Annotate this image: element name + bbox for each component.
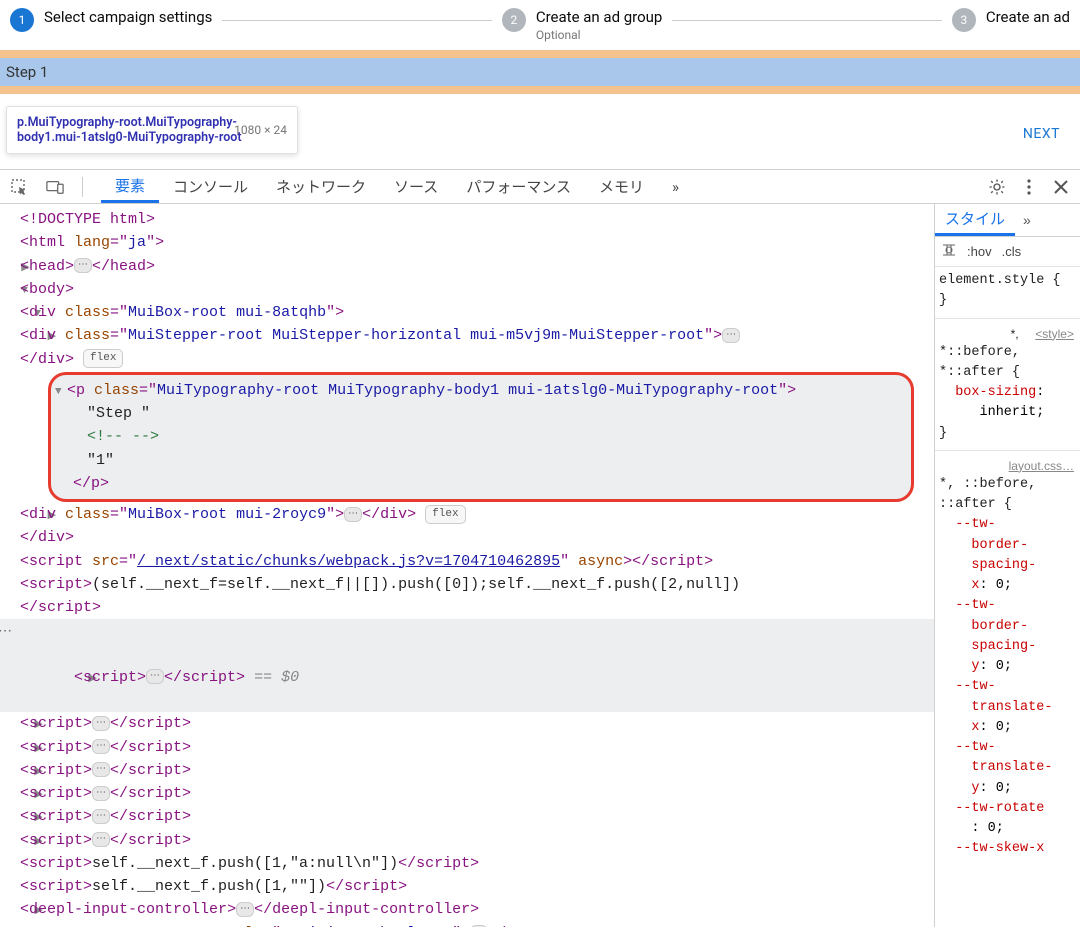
step-1-label: Select campaign settings — [44, 8, 212, 28]
dom-deepl[interactable]: ▶<deepl-input-controller>⋯</deepl-input-… — [0, 898, 934, 921]
tooltip-dimensions: 1080 × 24 — [234, 123, 287, 137]
dom-script[interactable]: ▶<script>⋯</script> — [0, 829, 934, 852]
hov-toggle[interactable]: :hov — [967, 244, 992, 259]
styles-tab-overflow[interactable]: » — [1023, 212, 1031, 228]
dom-div-box2[interactable]: ▶<div class="MuiBox-root mui-2royc9">⋯</… — [0, 503, 934, 526]
mui-stepper: 1 Select campaign settings 2 Create an a… — [0, 0, 1080, 50]
dom-script-push1[interactable]: <script>(self.__next_f=self.__next_f||[]… — [0, 573, 934, 596]
step-3-label: Create an ad — [986, 8, 1070, 28]
dom-script[interactable]: ▶<script>⋯</script> — [0, 712, 934, 735]
settings-icon[interactable] — [988, 178, 1006, 196]
element-tooltip: p.MuiTypography-root.MuiTypography-body1… — [6, 106, 298, 154]
dom-script[interactable]: ▶<script>⋯</script> — [0, 736, 934, 759]
devtools-toolbar: 要素 コンソール ネットワーク ソース パフォーマンス メモリ » — [0, 169, 1080, 204]
content-area: p.MuiTypography-root.MuiTypography-body1… — [0, 94, 1080, 169]
step-1-circle: 1 — [10, 8, 34, 32]
tab-performance[interactable]: パフォーマンス — [452, 170, 585, 203]
styles-tab-styles[interactable]: スタイル — [935, 204, 1015, 236]
device-toggle-icon[interactable] — [46, 178, 64, 196]
highlight-stripe-top — [0, 50, 1080, 58]
dom-script-push-a[interactable]: <script>self.__next_f.push([1,"a:null\n"… — [0, 852, 934, 875]
styles-toggle-row: :hov .cls — [935, 237, 1080, 267]
dom-script[interactable]: ▶<script>⋯</script> — [0, 759, 934, 782]
dom-div-stepper[interactable]: ▶<div class="MuiStepper-root MuiStepper-… — [0, 324, 934, 347]
step-connector — [222, 20, 491, 21]
next-button[interactable]: NEXT — [1023, 126, 1060, 142]
step-connector — [672, 20, 941, 21]
dom-script-webpack[interactable]: <script src="/_next/static/chunks/webpac… — [0, 550, 934, 573]
styles-tabs: スタイル » — [935, 204, 1080, 237]
cls-toggle[interactable]: .cls — [1002, 244, 1022, 259]
tab-elements[interactable]: 要素 — [101, 170, 159, 203]
step-2-label: Create an ad group — [536, 8, 663, 28]
step-3-circle: 3 — [952, 8, 976, 32]
dom-div-stepper-close[interactable]: </div> flex — [0, 348, 934, 371]
inspect-icon[interactable] — [10, 178, 28, 196]
dom-body[interactable]: ▼<body> — [0, 278, 934, 301]
tab-overflow[interactable]: » — [658, 170, 693, 203]
step-2[interactable]: 2 Create an ad group Optional — [502, 8, 663, 43]
tab-network[interactable]: ネットワーク — [262, 170, 380, 203]
tab-sources[interactable]: ソース — [380, 170, 452, 203]
step-3[interactable]: 3 Create an ad — [952, 8, 1070, 32]
dom-script[interactable]: ▶<script>⋯</script> — [0, 805, 934, 828]
close-icon[interactable] — [1052, 178, 1070, 196]
dom-selected-script[interactable]: ⋯ ▶<script>⋯</script> == $0 — [0, 619, 934, 712]
tooltip-class-chain: p.MuiTypography-root.MuiTypography-body1… — [17, 115, 242, 145]
step-2-optional: Optional — [536, 28, 663, 44]
kebab-icon[interactable] — [1020, 178, 1038, 196]
divider — [82, 177, 83, 197]
step-2-circle: 2 — [502, 8, 526, 32]
dom-script-push1-close[interactable]: </script> — [0, 596, 934, 619]
highlight-stripe-bottom — [0, 86, 1080, 94]
styles-rules[interactable]: element.style { } *, <style> *::before, … — [935, 267, 1080, 864]
step-info-bar: Step 1 — [0, 58, 1080, 86]
dom-div-box[interactable]: ▼<div class="MuiBox-root mui-8atqhb"> — [0, 301, 934, 324]
dom-doctype[interactable]: <!DOCTYPE html> — [0, 208, 934, 231]
dom-close-div[interactable]: </div> — [0, 526, 934, 549]
dom-head[interactable]: ▶<head>⋯</head> — [0, 255, 934, 278]
devtools-tabs: 要素 コンソール ネットワーク ソース パフォーマンス メモリ » — [101, 170, 693, 203]
dom-nra[interactable]: ▶<next-route-announcer style="position: … — [0, 922, 934, 927]
dom-html-open[interactable]: <html lang="ja"> — [0, 231, 934, 254]
step-1[interactable]: 1 Select campaign settings — [10, 8, 212, 32]
tab-memory[interactable]: メモリ — [585, 170, 658, 203]
dom-highlighted-node[interactable]: ▼<p class="MuiTypography-root MuiTypogra… — [48, 372, 914, 502]
styles-panel: スタイル » :hov .cls element.style { } *, <s… — [934, 204, 1080, 927]
overflow-dots-icon[interactable]: ⋯ — [0, 622, 12, 644]
dom-script[interactable]: ▶<script>⋯</script> — [0, 782, 934, 805]
dom-tree[interactable]: <!DOCTYPE html> <html lang="ja"> ▶<head>… — [0, 204, 934, 927]
tab-console[interactable]: コンソール — [159, 170, 262, 203]
filter-icon[interactable] — [941, 242, 957, 261]
dom-script-push-empty[interactable]: <script>self.__next_f.push([1,""])</scri… — [0, 875, 934, 898]
